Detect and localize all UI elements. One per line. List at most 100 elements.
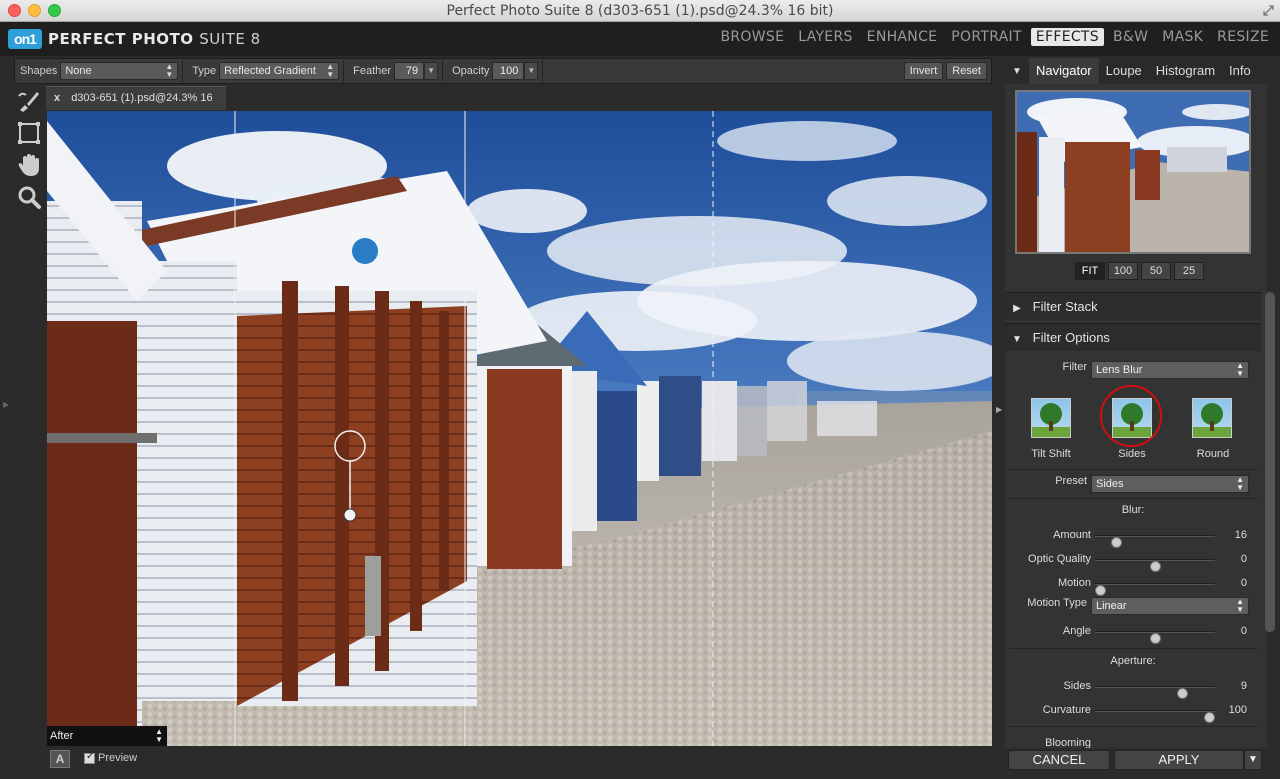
- apply-button[interactable]: APPLY: [1114, 750, 1244, 770]
- preset-round-label[interactable]: Round: [1183, 448, 1243, 460]
- filter-stack-header[interactable]: ▶ Filter Stack: [1005, 292, 1261, 320]
- module-effects[interactable]: EFFECTS: [1030, 28, 1104, 46]
- brush-tool-icon[interactable]: [14, 86, 44, 116]
- document-tab[interactable]: x d303-651 (1).psd@24.3% 16 bit: [46, 86, 226, 126]
- slider-knob[interactable]: [1095, 585, 1106, 596]
- preset-round-thumbnail[interactable]: [1192, 398, 1232, 438]
- module-layers[interactable]: LAYERS: [793, 28, 857, 46]
- preset-dropdown[interactable]: Sides ▲ ▼: [1091, 475, 1249, 493]
- zoom-tool-icon[interactable]: [14, 182, 44, 212]
- fullscreen-icon[interactable]: [1263, 5, 1274, 16]
- before-after-button[interactable]: A: [50, 750, 70, 768]
- preset-value: Sides: [1096, 478, 1124, 490]
- panel-scrollbar[interactable]: [1265, 292, 1275, 632]
- navigator-preview[interactable]: [1015, 90, 1251, 254]
- divider: [1009, 498, 1257, 499]
- slider-track[interactable]: [1095, 686, 1215, 699]
- reset-button[interactable]: Reset: [946, 62, 987, 80]
- brand-bold: PERFECT PHOTO: [48, 30, 194, 48]
- zoom-50-button[interactable]: 50: [1141, 262, 1171, 280]
- type-dropdown[interactable]: Reflected Gradient ▲ ▼: [219, 62, 340, 80]
- optic-quality-value: 0: [1240, 553, 1247, 565]
- brand-name: PERFECT PHOTO SUITE 8: [48, 30, 261, 48]
- module-resize[interactable]: RESIZE: [1212, 28, 1274, 46]
- optic-quality-label: Optic Quality: [1028, 553, 1091, 565]
- curvature-value: 100: [1228, 704, 1247, 716]
- curvature-slider[interactable]: Curvature 100: [1005, 703, 1261, 723]
- hand-tool-icon[interactable]: [14, 150, 44, 180]
- filter-dropdown[interactable]: Lens Blur ▲ ▼: [1091, 361, 1249, 379]
- slider-knob[interactable]: [1149, 633, 1161, 644]
- slider-knob[interactable]: [1176, 688, 1188, 699]
- left-panel-toggle-icon[interactable]: ▶: [3, 400, 9, 430]
- motion-type-dropdown[interactable]: Linear ▲ ▼: [1091, 597, 1249, 615]
- slider-track[interactable]: [1095, 631, 1215, 644]
- tree-icon: [1193, 403, 1231, 437]
- slider-track[interactable]: [1095, 559, 1215, 572]
- preset-sides-label[interactable]: Sides: [1102, 448, 1162, 460]
- amount-value: 16: [1234, 529, 1247, 541]
- module-tabs: BROWSE LAYERS ENHANCE PORTRAIT EFFECTS B…: [712, 28, 1275, 46]
- close-document-icon[interactable]: x: [54, 92, 60, 104]
- module-mask[interactable]: MASK: [1157, 28, 1208, 46]
- feather-dropdown-icon[interactable]: ▼: [424, 62, 439, 80]
- zoom-fit-button[interactable]: FIT: [1075, 262, 1105, 280]
- separator: [542, 60, 544, 82]
- filter-options-label: Filter Options: [1032, 330, 1110, 345]
- divider: [1009, 648, 1257, 649]
- module-bw[interactable]: B&W: [1108, 28, 1153, 46]
- crop-tool-icon[interactable]: [14, 118, 44, 148]
- shapes-dropdown[interactable]: None ▲ ▼: [60, 62, 179, 80]
- opacity-input[interactable]: 100: [492, 62, 525, 80]
- preset-tilt-shift-label[interactable]: Tilt Shift: [1021, 448, 1081, 460]
- preset-tilt-shift-thumbnail[interactable]: [1031, 398, 1071, 438]
- slider-knob[interactable]: [1204, 712, 1215, 723]
- cancel-button[interactable]: CANCEL: [1008, 750, 1110, 770]
- preview-checkbox[interactable]: [84, 751, 95, 764]
- optic-quality-slider[interactable]: Optic Quality 0: [1005, 552, 1261, 572]
- collapse-triangle-icon: ▼: [1012, 334, 1022, 345]
- preview-toggle[interactable]: Preview: [84, 751, 137, 764]
- brand-thin: SUITE 8: [199, 30, 261, 48]
- updown-arrows-icon: ▲ ▼: [1236, 475, 1244, 492]
- filter-options-header[interactable]: ▼ Filter Options: [1005, 323, 1261, 351]
- tab-info[interactable]: Info: [1222, 58, 1258, 84]
- slider-knob[interactable]: [1111, 537, 1123, 548]
- tab-histogram[interactable]: Histogram: [1149, 58, 1222, 84]
- feather-input[interactable]: 79: [394, 62, 425, 80]
- apply-options-icon[interactable]: ▼: [1244, 750, 1262, 770]
- zoom-100-button[interactable]: 100: [1108, 262, 1138, 280]
- module-enhance[interactable]: ENHANCE: [862, 28, 943, 46]
- module-bar: on1 PERFECT PHOTO SUITE 8 BROWSE LAYERS …: [0, 22, 1280, 56]
- zoom-25-button[interactable]: 25: [1174, 262, 1204, 280]
- updown-arrows-icon: ▲ ▼: [155, 727, 163, 744]
- aperture-heading: Aperture:: [1110, 655, 1156, 667]
- filter-value: Lens Blur: [1096, 364, 1143, 376]
- image-canvas[interactable]: [47, 111, 992, 746]
- right-panel-toggle-icon[interactable]: ▶: [996, 405, 1002, 414]
- type-value: Reflected Gradient: [224, 65, 316, 77]
- separator: [442, 60, 444, 82]
- angle-slider[interactable]: Angle 0: [1005, 624, 1261, 644]
- invert-button[interactable]: Invert: [903, 62, 944, 80]
- module-browse[interactable]: BROWSE: [716, 28, 790, 46]
- tab-navigator[interactable]: Navigator: [1029, 58, 1099, 84]
- filter-label: Filter: [1062, 361, 1087, 373]
- slider-track[interactable]: [1095, 535, 1215, 548]
- app-logo: on1 PERFECT PHOTO SUITE 8: [8, 29, 261, 49]
- updown-arrows-icon: ▲ ▼: [1236, 361, 1244, 378]
- slider-knob[interactable]: [1149, 561, 1161, 572]
- slider-track[interactable]: [1095, 583, 1215, 596]
- blooming-slider[interactable]: Blooming: [1005, 736, 1261, 748]
- beach-huts-photo: [47, 111, 992, 746]
- opacity-dropdown-icon[interactable]: ▼: [524, 62, 539, 80]
- tool-palette: [14, 86, 46, 216]
- slider-track[interactable]: [1095, 710, 1215, 723]
- view-mode-dropdown[interactable]: After ▲ ▼: [47, 726, 167, 746]
- sides-slider[interactable]: Sides 9: [1005, 679, 1261, 699]
- amount-slider[interactable]: Amount 16: [1005, 528, 1261, 548]
- module-portrait[interactable]: PORTRAIT: [946, 28, 1027, 46]
- motion-slider[interactable]: Motion 0: [1005, 576, 1261, 596]
- collapse-triangle-icon[interactable]: ▼: [1005, 66, 1029, 77]
- tab-loupe[interactable]: Loupe: [1099, 58, 1149, 84]
